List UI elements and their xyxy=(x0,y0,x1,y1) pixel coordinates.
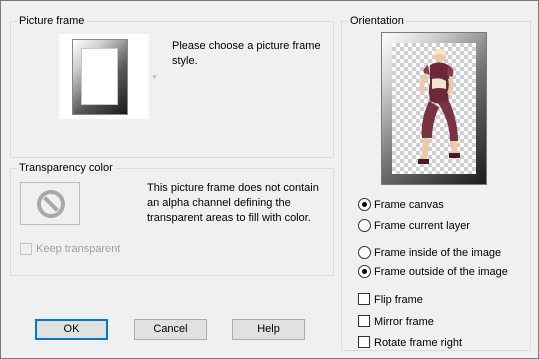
rotate-frame-right-label: Rotate frame right xyxy=(374,337,463,349)
mirror-frame-checkbox[interactable] xyxy=(358,315,370,327)
frame-current-layer-label: Frame current layer xyxy=(374,220,470,232)
orientation-title: Orientation xyxy=(348,14,406,28)
transparency-color-swatch[interactable] xyxy=(20,182,80,225)
orientation-preview-image xyxy=(392,43,476,174)
frame-style-description: Please choose a picture frame style. xyxy=(172,40,321,67)
picture-frame-title: Picture frame xyxy=(17,14,87,28)
picture-frame-dialog: Picture frame ▼ Please choose a picture … xyxy=(0,0,539,359)
frame-canvas-label: Frame canvas xyxy=(374,199,444,211)
cancel-button[interactable]: Cancel xyxy=(134,319,207,340)
mirror-frame-label: Mirror frame xyxy=(374,316,434,328)
frame-style-thumbnail-center xyxy=(81,48,118,105)
frame-inside-radio[interactable] xyxy=(358,246,371,259)
flip-frame-label: Flip frame xyxy=(374,294,423,306)
orientation-preview xyxy=(381,32,487,185)
dropdown-arrow-icon[interactable]: ▼ xyxy=(151,74,158,81)
frame-style-thumbnail xyxy=(72,39,128,115)
frame-outside-radio[interactable] xyxy=(358,265,371,278)
transparency-color-title: Transparency color xyxy=(17,161,115,175)
transparency-description: This picture frame does not contain an a… xyxy=(147,182,319,224)
help-button[interactable]: Help xyxy=(232,319,305,340)
keep-transparent-checkbox[interactable] xyxy=(20,243,32,255)
keep-transparent-label: Keep transparent xyxy=(36,243,121,255)
woman-figure-image xyxy=(418,48,460,164)
rotate-frame-right-checkbox[interactable] xyxy=(358,336,370,348)
frame-style-selector[interactable] xyxy=(59,34,149,119)
flip-frame-checkbox[interactable] xyxy=(358,293,370,305)
frame-outside-label: Frame outside of the image xyxy=(374,266,508,278)
no-sign-icon xyxy=(37,190,65,218)
ok-button[interactable]: OK xyxy=(35,319,108,340)
frame-current-layer-radio[interactable] xyxy=(358,219,371,232)
frame-inside-label: Frame inside of the image xyxy=(374,247,502,259)
frame-canvas-radio[interactable] xyxy=(358,198,371,211)
